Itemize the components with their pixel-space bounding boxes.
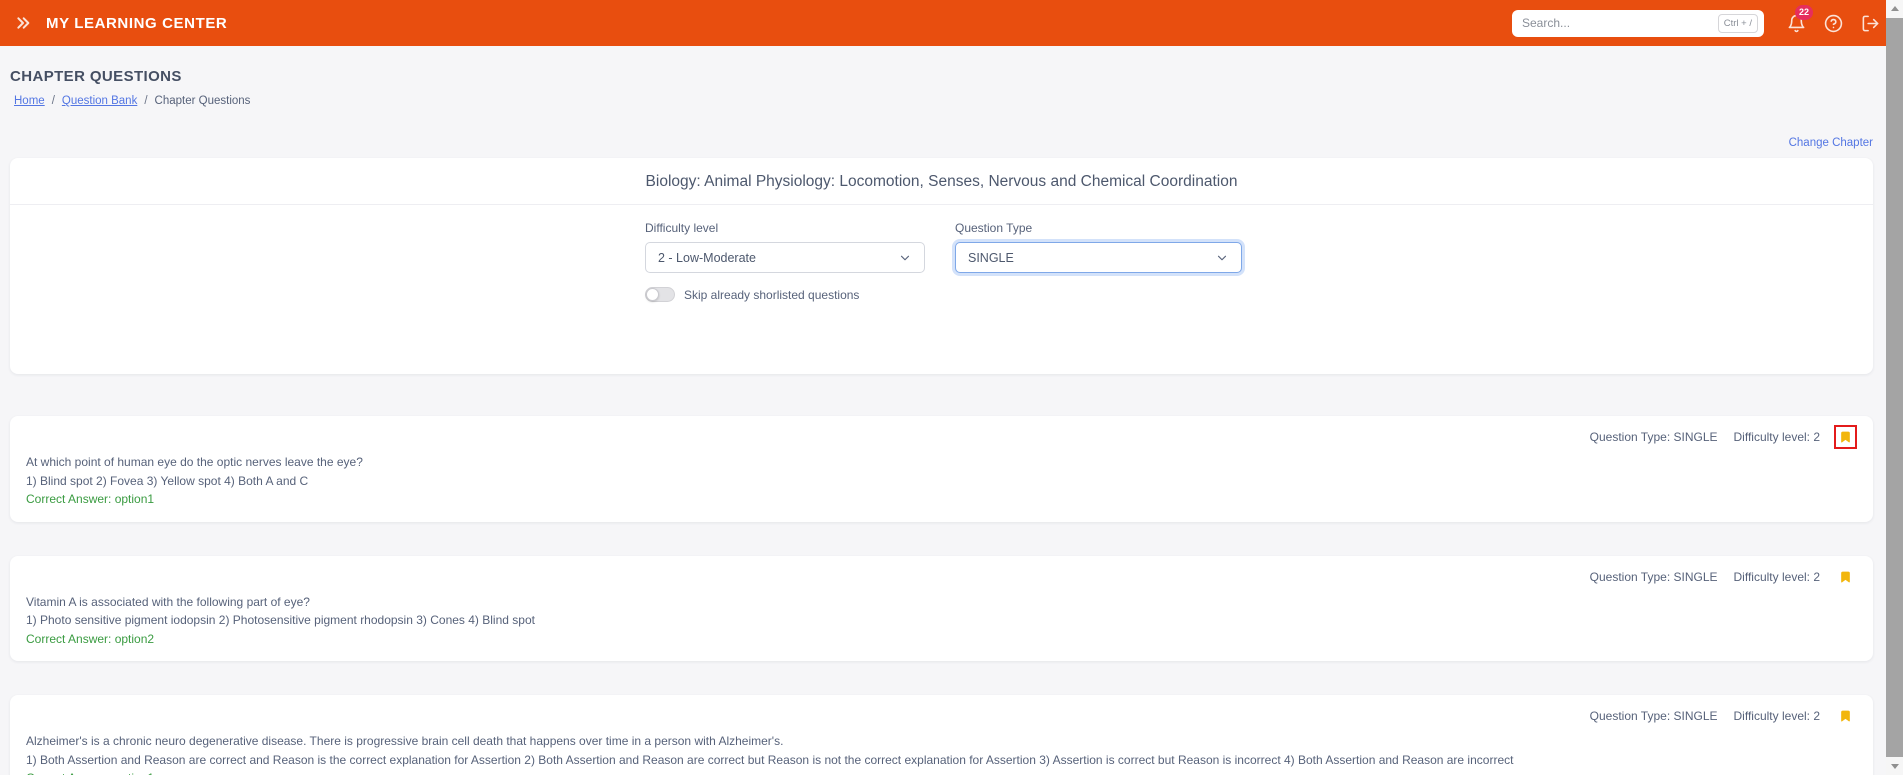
question-type-badge: Question Type: SINGLE <box>1589 709 1718 723</box>
question-text: Vitamin A is associated with the followi… <box>26 594 310 609</box>
breadcrumb-separator: / <box>51 95 55 107</box>
search-box[interactable]: Ctrl + / <box>1512 9 1764 37</box>
search-shortcut-hint: Ctrl + / <box>1717 13 1758 33</box>
breadcrumb-question-bank-link[interactable]: Question Bank <box>62 95 137 107</box>
bookmark-button[interactable] <box>1834 704 1857 728</box>
skip-shortlisted-toggle[interactable] <box>645 287 675 302</box>
breadcrumb: Home / Question Bank / Chapter Questions <box>14 95 1873 107</box>
correct-answer: Correct Answer: option1 <box>26 492 155 506</box>
question-type-value: SINGLE <box>968 250 1014 265</box>
question-options: 1) Both Assertion and Reason are correct… <box>26 752 1514 767</box>
question-body: Vitamin A is associated with the followi… <box>26 594 1857 649</box>
notification-count-badge: 22 <box>1795 4 1814 20</box>
scroll-up-arrow[interactable] <box>1886 0 1903 17</box>
chapter-title: Biology: Animal Physiology: Locomotion, … <box>10 158 1873 205</box>
bookmark-button[interactable] <box>1834 425 1857 449</box>
scroll-down-arrow[interactable] <box>1886 758 1903 775</box>
skip-shortlisted-toggle-label: Skip already shorlisted questions <box>684 287 860 302</box>
question-text: Alzheimer's is a chronic neuro degenerat… <box>26 734 784 748</box>
logout-button[interactable] <box>1861 14 1880 33</box>
change-chapter-link[interactable]: Change Chapter <box>1789 137 1873 149</box>
question-meta: Question Type: SINGLE Difficulty level: … <box>26 565 1857 589</box>
question-card: Question Type: SINGLE Difficulty level: … <box>10 416 1873 522</box>
notifications-button[interactable]: 22 <box>1787 4 1814 33</box>
question-text: At which point of human eye do the optic… <box>26 455 363 469</box>
question-type-badge: Question Type: SINGLE <box>1589 569 1718 584</box>
page-title: CHAPTER QUESTIONS <box>10 68 182 85</box>
question-card: Question Type: SINGLE Difficulty level: … <box>10 695 1873 775</box>
scrollbar-thumb[interactable] <box>1886 18 1903 757</box>
help-icon <box>1824 14 1843 32</box>
filter-card: Biology: Animal Physiology: Locomotion, … <box>10 158 1873 374</box>
difficulty-badge: Difficulty level: 2 <box>1733 569 1820 584</box>
vertical-scrollbar[interactable] <box>1886 0 1903 775</box>
difficulty-level-label: Difficulty level <box>645 221 719 235</box>
chevron-down-icon <box>1215 251 1229 265</box>
question-options: 1) Blind spot 2) Fovea 3) Yellow spot 4)… <box>26 473 309 488</box>
correct-answer: Correct Answer: option1 <box>26 770 1857 775</box>
question-list: Question Type: SINGLE Difficulty level: … <box>10 416 1873 775</box>
difficulty-level-value: 2 - Low-Moderate <box>658 250 756 265</box>
question-options: 1) Photo sensitive pigment iodopsin 2) P… <box>26 613 535 627</box>
search-input[interactable] <box>1522 16 1718 30</box>
question-type-label: Question Type <box>955 221 1033 235</box>
question-type-badge: Question Type: SINGLE <box>1589 430 1718 444</box>
breadcrumb-home-link[interactable]: Home <box>14 95 45 107</box>
breadcrumb-current: Chapter Questions <box>154 95 251 107</box>
question-meta: Question Type: SINGLE Difficulty level: … <box>26 704 1857 728</box>
bookmark-button[interactable] <box>1834 565 1857 589</box>
chevron-down-icon <box>898 251 912 265</box>
logout-icon <box>1862 15 1879 31</box>
difficulty-badge: Difficulty level: 2 <box>1733 709 1820 723</box>
question-meta: Question Type: SINGLE Difficulty level: … <box>26 425 1857 449</box>
toggle-knob <box>646 288 659 301</box>
breadcrumb-separator: / <box>144 95 148 107</box>
app-title: MY LEARNING CENTER <box>46 14 228 32</box>
main-content: CHAPTER QUESTIONS Home / Question Bank /… <box>0 46 1903 775</box>
bookmark-icon <box>1841 431 1850 443</box>
help-button[interactable] <box>1824 14 1843 33</box>
sidebar-expand-icon[interactable] <box>14 15 32 31</box>
question-card: Question Type: SINGLE Difficulty level: … <box>10 555 1873 661</box>
difficulty-level-select[interactable]: 2 - Low-Moderate <box>645 242 925 273</box>
question-body: At which point of human eye do the optic… <box>26 454 1857 509</box>
question-body: Alzheimer's is a chronic neuro degenerat… <box>26 733 1857 775</box>
app-header: MY LEARNING CENTER Ctrl + / 22 <box>0 0 1903 46</box>
bookmark-icon <box>1841 571 1850 582</box>
difficulty-badge: Difficulty level: 2 <box>1733 430 1820 444</box>
question-type-select[interactable]: SINGLE <box>955 242 1242 273</box>
bookmark-icon <box>1841 710 1850 722</box>
correct-answer: Correct Answer: option2 <box>26 631 155 646</box>
